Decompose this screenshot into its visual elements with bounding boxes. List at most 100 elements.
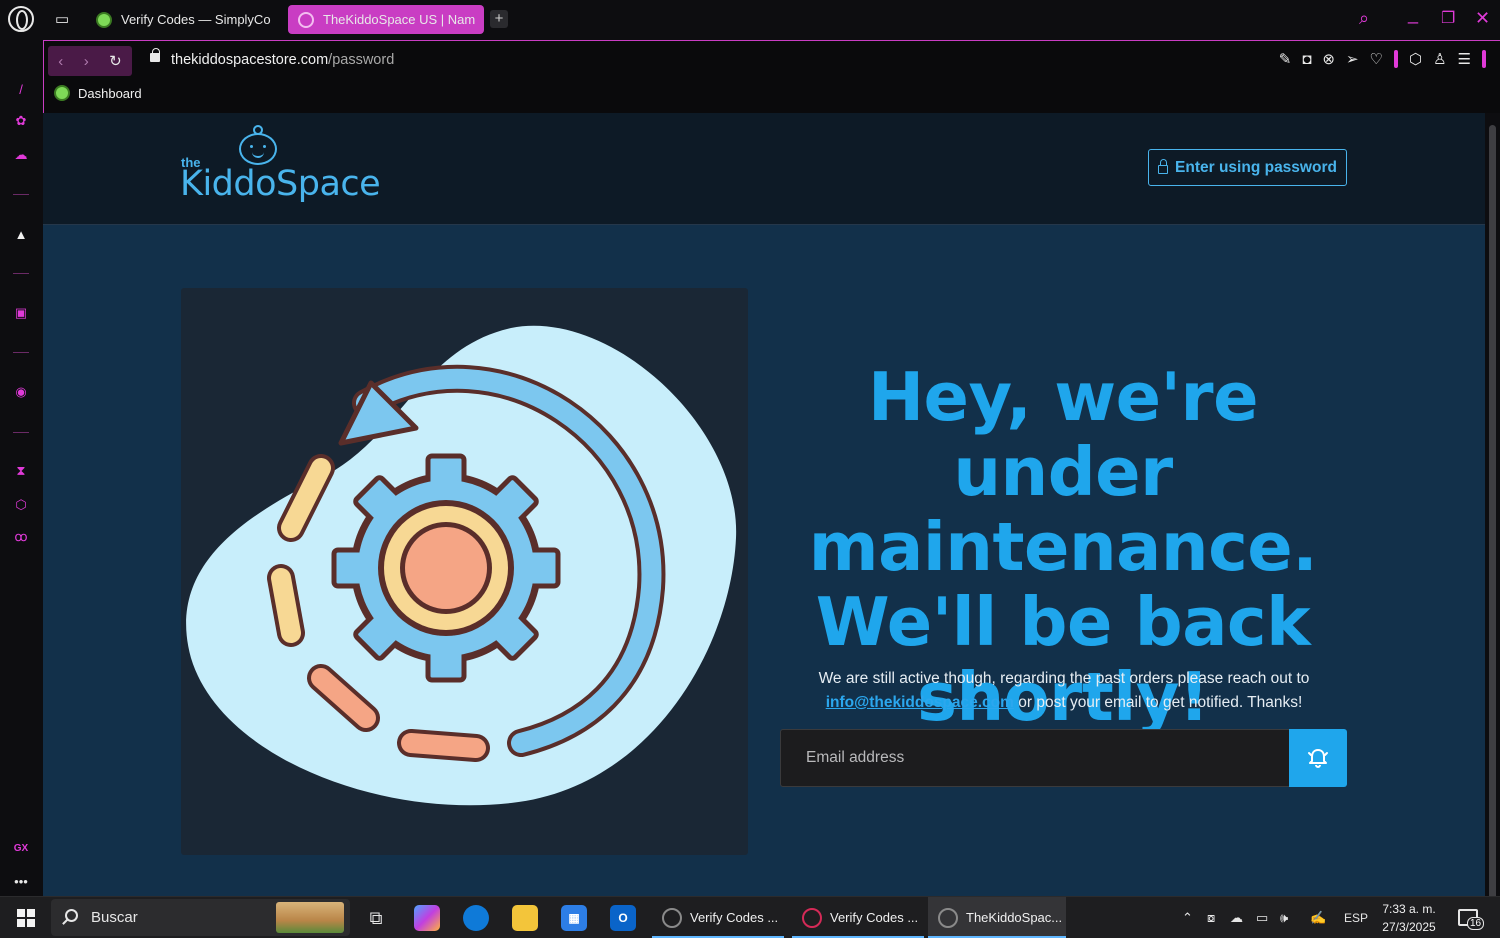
- player-icon[interactable]: ꝏ: [10, 526, 32, 548]
- volume-icon[interactable]: 🕪: [1280, 897, 1288, 938]
- brush-icon[interactable]: /: [10, 78, 32, 100]
- toolbar-divider: [1482, 50, 1486, 68]
- tab-bar: ▭ Verify Codes — SimplyCo TheKiddoSpace …: [43, 0, 1500, 40]
- gear: [331, 453, 561, 683]
- lock-icon: [1158, 158, 1169, 174]
- hourglass-icon[interactable]: ⧗: [10, 460, 32, 482]
- camera-icon[interactable]: ◘: [1302, 51, 1311, 68]
- extensions-icon[interactable]: ⬡: [1409, 50, 1422, 68]
- close-icon[interactable]: ✕: [1475, 8, 1490, 29]
- bookmark-label: Dashboard: [78, 85, 142, 101]
- meet-icon[interactable]: ⧇: [1207, 897, 1215, 938]
- palette-icon[interactable]: ✿: [10, 110, 32, 132]
- tab-label: TheKiddoSpace US | Nam: [323, 12, 476, 27]
- dashboard-favicon-icon: [54, 85, 70, 101]
- taskbar-search[interactable]: Buscar: [51, 899, 350, 936]
- sidebar-separator: [13, 194, 29, 195]
- windows-taskbar: Buscar ⧉ ▦ O Verify Codes ... Verify Cod…: [0, 896, 1500, 938]
- search-highlight-image: [276, 902, 344, 933]
- task-label: TheKiddoSpac...: [966, 910, 1063, 925]
- taskbar-search-text: Buscar: [91, 909, 138, 926]
- restore-icon[interactable]: ❐: [1441, 8, 1455, 28]
- opera-gx-logo-icon[interactable]: [8, 6, 34, 32]
- dash-2-fill: [271, 568, 301, 643]
- email-input[interactable]: Email address: [780, 729, 1290, 787]
- forward-icon[interactable]: ›: [84, 53, 89, 70]
- cube-icon[interactable]: ⬡: [10, 494, 32, 516]
- taskbar-task-kiddospace[interactable]: TheKiddoSpac...: [928, 897, 1066, 938]
- adblock-icon[interactable]: ⊗: [1322, 50, 1335, 68]
- sidebar-separator: [13, 352, 29, 353]
- minimize-icon[interactable]: _: [1408, 4, 1418, 25]
- toolbar-icons: ✎ ◘ ⊗ ➢ ♡ ⬡ ♙ ☰: [1279, 50, 1486, 68]
- page-viewport: the KiddoSpace Enter using password Hey,…: [43, 113, 1485, 896]
- store-icon[interactable]: ▦: [561, 905, 587, 931]
- tray-overflow-icon[interactable]: ⌃: [1182, 897, 1193, 938]
- more-icon[interactable]: •••: [10, 870, 32, 892]
- enter-password-button[interactable]: Enter using password: [1148, 149, 1347, 186]
- edge-icon[interactable]: [463, 905, 489, 931]
- maintenance-illustration: [181, 288, 748, 855]
- arc-icon[interactable]: ▲: [10, 223, 32, 245]
- tab-verify-codes[interactable]: Verify Codes — SimplyCo: [86, 5, 276, 34]
- notify-button[interactable]: [1289, 729, 1347, 787]
- taskbar-task-verify-codes-opera[interactable]: Verify Codes ...: [792, 897, 924, 938]
- page-scrollbar[interactable]: [1485, 113, 1500, 900]
- task-view-icon[interactable]: ⧉: [363, 905, 389, 931]
- kiddospace-logo[interactable]: the KiddoSpace: [180, 125, 381, 211]
- menu-icon[interactable]: ☰: [1458, 50, 1471, 68]
- baby-face-icon: [239, 133, 277, 165]
- search-icon[interactable]: ⌕: [1359, 8, 1369, 29]
- lock-icon[interactable]: [150, 48, 160, 62]
- opera-gx-icon: [938, 907, 958, 928]
- opera-icon: [802, 907, 822, 928]
- shopify-favicon-icon: [298, 11, 314, 28]
- opera-gx-icon: [662, 907, 682, 928]
- twitch-icon[interactable]: ▣: [10, 302, 32, 324]
- clock-date: 27/3/2025: [1382, 920, 1436, 934]
- copilot-icon[interactable]: [414, 905, 440, 931]
- tab-islands-icon[interactable]: ▭: [55, 10, 69, 28]
- pen-icon[interactable]: ✍: [1310, 897, 1326, 938]
- subtext-after: or post your email to get notified. Than…: [1018, 694, 1303, 711]
- back-icon[interactable]: ‹: [58, 53, 63, 70]
- bookmark-dashboard[interactable]: Dashboard: [54, 85, 142, 101]
- windows-start-icon[interactable]: [17, 909, 35, 927]
- logo-word: KiddoSpace: [180, 164, 381, 204]
- clock-time: 7:33 a. m.: [1382, 902, 1436, 916]
- browser-sidebar: / ✿ ☁ ▲ ▣ ◉ ⧗ ⬡ ꝏ GX •••: [0, 0, 43, 896]
- taskbar-clock[interactable]: 7:33 a. m. 27/3/2025: [1377, 900, 1441, 936]
- address-bar[interactable]: thekiddospacestore.com/password: [171, 52, 394, 68]
- url-domain: thekiddospacestore.com: [171, 52, 329, 68]
- onedrive-icon[interactable]: ☁: [1230, 897, 1243, 938]
- navigation-controls: ‹ › ↻: [48, 46, 132, 76]
- subtext-before: We are still active though, regarding th…: [818, 670, 1310, 687]
- sidebar-separator: [13, 432, 29, 433]
- language-indicator[interactable]: ESP: [1344, 897, 1368, 938]
- site-header: the KiddoSpace Enter using password: [43, 113, 1485, 225]
- file-explorer-icon[interactable]: [512, 905, 538, 931]
- contact-email-link[interactable]: info@thekiddospace.com: [826, 694, 1014, 711]
- send-icon[interactable]: ➢: [1346, 50, 1359, 68]
- taskbar-task-verify-codes-gx[interactable]: Verify Codes ...: [652, 897, 784, 938]
- tab-label: Verify Codes — SimplyCo: [121, 12, 271, 27]
- tab-thekiddospace[interactable]: TheKiddoSpace US | Nam: [288, 5, 484, 34]
- task-label: Verify Codes ...: [830, 910, 919, 925]
- bell-icon: [1308, 749, 1328, 768]
- url-path: /password: [328, 52, 395, 68]
- dash-4-fill: [401, 733, 486, 758]
- network-icon[interactable]: ▭: [1256, 897, 1268, 938]
- scrollbar-thumb[interactable]: [1489, 125, 1496, 900]
- reload-icon[interactable]: ↻: [109, 52, 122, 70]
- outlook-icon[interactable]: O: [610, 905, 636, 931]
- new-tab-button[interactable]: +: [490, 10, 508, 28]
- gx-corner-icon[interactable]: GX: [10, 837, 32, 859]
- heart-icon[interactable]: ♡: [1370, 50, 1383, 68]
- cloud-icon[interactable]: ☁: [10, 144, 32, 166]
- profile-icon[interactable]: ♙: [1433, 50, 1446, 68]
- maintenance-subtext: We are still active though, regarding th…: [781, 667, 1347, 715]
- notification-count: 16: [1467, 917, 1485, 930]
- edit-icon[interactable]: ✎: [1279, 50, 1292, 68]
- music-player-icon[interactable]: ◉: [10, 381, 32, 403]
- enter-password-label: Enter using password: [1175, 158, 1337, 176]
